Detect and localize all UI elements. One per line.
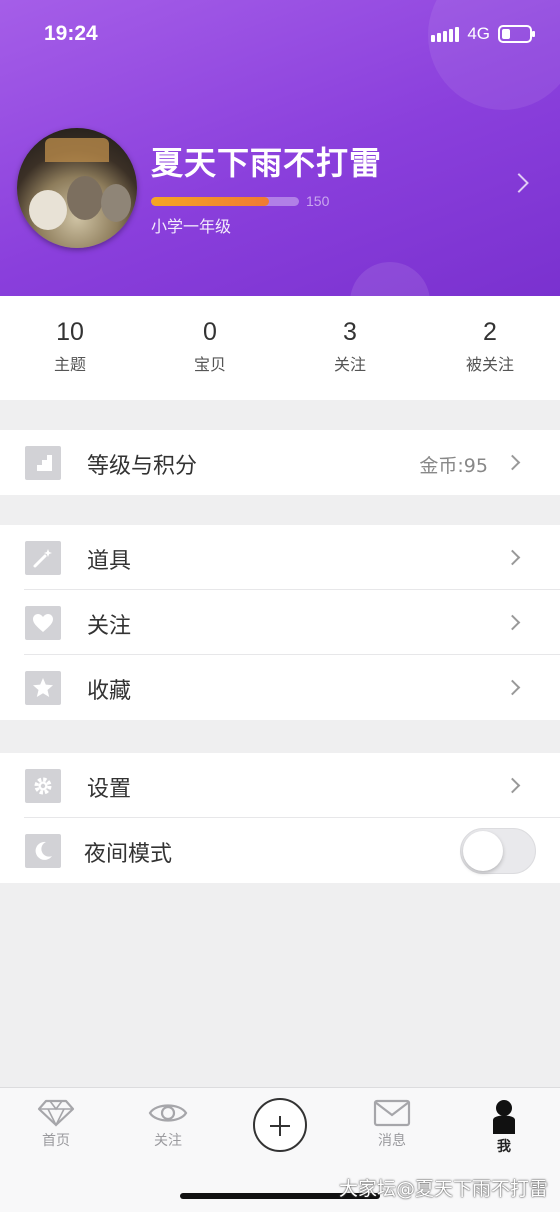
menu-item-label: 等级与积分 — [87, 454, 198, 479]
menu-item-level[interactable]: 等级与积分 金币:95 — [0, 430, 560, 495]
night-mode-toggle[interactable] — [460, 828, 536, 874]
moon-icon — [25, 834, 61, 868]
stat-value: 3 — [343, 318, 357, 346]
toggle-knob — [463, 831, 503, 871]
stat-followers[interactable]: 2 被关注 — [420, 296, 560, 400]
status-time: 19:24 — [44, 22, 98, 45]
stat-label: 宝贝 — [193, 355, 226, 374]
username: 夏天下雨不打雷 — [151, 144, 383, 182]
gear-icon — [25, 769, 61, 803]
chevron-right-icon — [504, 454, 521, 471]
star-icon — [25, 671, 61, 705]
chevron-right-icon — [504, 679, 521, 696]
stats-bar: 10 主题 0 宝贝 3 关注 2 被关注 — [0, 296, 560, 400]
level-progress-bar — [151, 197, 299, 206]
menu-item-label: 关注 — [87, 614, 132, 639]
tab-label: 消息 — [378, 1133, 406, 1149]
eye-icon — [148, 1104, 188, 1122]
tab-label: 关注 — [154, 1133, 182, 1149]
person-icon — [493, 1100, 515, 1134]
magic-wand-icon — [25, 541, 61, 575]
chevron-right-icon — [504, 614, 521, 631]
menu-group-main: 道具 关注 收藏 — [0, 525, 560, 720]
stat-label: 关注 — [333, 355, 366, 374]
profile-header[interactable]: 19:24 4G 夏天下雨不打雷 150 小学一年级 — [0, 0, 560, 296]
stat-items[interactable]: 0 宝贝 — [140, 296, 280, 400]
menu-group-level: 等级与积分 金币:95 — [0, 430, 560, 495]
menu-item-label: 收藏 — [87, 679, 132, 704]
stat-value: 0 — [203, 318, 217, 346]
menu-item-night-mode: 夜间模式 — [0, 818, 560, 883]
menu-item-follow[interactable]: 关注 — [0, 590, 560, 655]
battery-icon — [498, 25, 535, 43]
decorative-bubble — [350, 262, 430, 296]
watermark-text: 大家坛@夏天下雨不打雷 — [338, 1178, 548, 1200]
menu-item-settings[interactable]: 设置 — [0, 753, 560, 818]
avatar[interactable] — [17, 128, 137, 248]
decorative-bubble — [428, 0, 560, 110]
tab-label: 我 — [497, 1139, 511, 1155]
tab-label: 首页 — [42, 1133, 70, 1149]
chevron-right-icon[interactable] — [509, 173, 529, 193]
tab-messages[interactable]: 消息 — [336, 1098, 448, 1150]
chevron-right-icon — [504, 777, 521, 794]
level-max-points: 150 — [306, 193, 330, 209]
coins-value: 金币:95 — [419, 455, 488, 477]
stat-label: 被关注 — [465, 355, 514, 374]
stairs-icon — [25, 446, 61, 480]
stat-following[interactable]: 3 关注 — [280, 296, 420, 400]
post-plus-button[interactable] — [253, 1098, 307, 1152]
network-type: 4G — [467, 24, 490, 43]
menu-item-favorites[interactable]: 收藏 — [0, 655, 560, 720]
menu-item-label: 设置 — [87, 777, 132, 802]
level-title: 小学一年级 — [151, 217, 232, 236]
chevron-right-icon — [504, 549, 521, 566]
tab-follow[interactable]: 关注 — [112, 1098, 224, 1150]
stat-value: 10 — [56, 318, 84, 346]
stat-value: 2 — [483, 318, 497, 346]
tab-me[interactable]: 我 — [448, 1098, 560, 1156]
menu-item-label: 夜间模式 — [84, 842, 173, 867]
menu-item-tools[interactable]: 道具 — [0, 525, 560, 590]
stat-label: 主题 — [53, 355, 86, 374]
status-indicators: 4G — [431, 24, 535, 44]
stat-topics[interactable]: 10 主题 — [0, 296, 140, 400]
signal-icon — [431, 26, 460, 42]
heart-icon — [25, 606, 61, 640]
menu-group-settings: 设置 夜间模式 — [0, 753, 560, 883]
level-progress-fill — [151, 197, 270, 206]
mail-icon — [373, 1099, 411, 1127]
tab-home[interactable]: 首页 — [0, 1098, 112, 1150]
diamond-icon — [37, 1099, 75, 1127]
menu-item-label: 道具 — [87, 549, 132, 574]
